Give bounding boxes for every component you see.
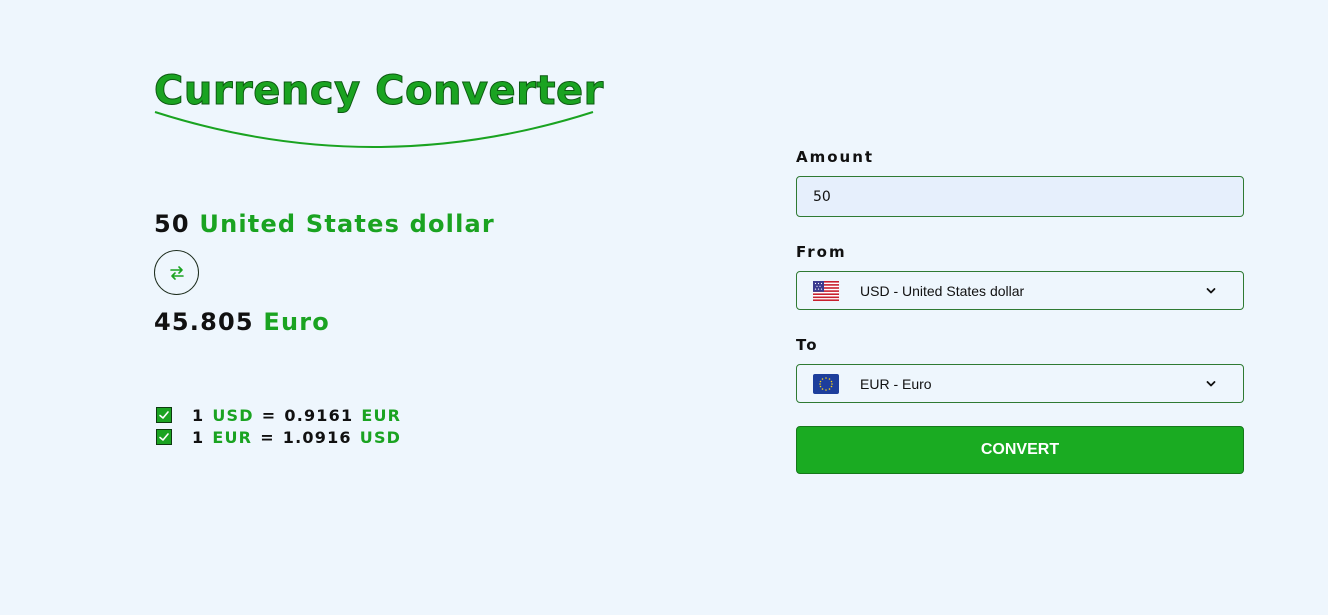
exchange-rates-list: 1 USD = 0.9161 EUR 1 EUR = 1.0916 USD <box>156 404 401 448</box>
rate-row-usd-eur: 1 USD = 0.9161 EUR <box>156 404 401 426</box>
rate-unit: 1 <box>192 405 205 425</box>
checkbox-check-icon <box>156 429 172 445</box>
title-underline-arc <box>154 111 594 148</box>
source-amount-value: 50 <box>154 210 190 238</box>
eu-flag-icon <box>813 373 839 394</box>
converter-form: Amount From USD - United States dollar <box>796 0 1244 615</box>
rate-equals: = <box>260 427 275 447</box>
us-flag-icon <box>813 280 839 301</box>
to-currency-value: EUR - Euro <box>860 375 932 392</box>
swap-currencies-button[interactable] <box>154 250 199 295</box>
checkbox-check-icon <box>156 407 172 423</box>
amount-input[interactable] <box>796 176 1244 217</box>
converted-amount-value: 45.805 <box>154 308 254 336</box>
chevron-down-icon <box>1205 378 1217 390</box>
converted-amount-line: 45.805 Euro <box>154 308 330 336</box>
rate-from-code: USD <box>212 405 254 425</box>
rate-unit: 1 <box>192 427 205 447</box>
swap-arrows-icon <box>169 265 184 280</box>
rate-to-code: USD <box>359 427 402 447</box>
rate-to-code: EUR <box>361 405 402 425</box>
rate-equals: = <box>261 405 277 425</box>
rate-from-code: EUR <box>212 427 253 447</box>
rate-value: 1.0916 <box>282 427 352 447</box>
from-currency-select[interactable]: USD - United States dollar <box>796 271 1244 310</box>
rate-value: 0.9161 <box>284 405 354 425</box>
convert-button[interactable]: CONVERT <box>796 426 1244 474</box>
to-label: To <box>796 336 819 354</box>
target-currency-name: Euro <box>263 308 330 336</box>
source-currency-name: United States dollar <box>199 210 495 238</box>
to-currency-select[interactable]: EUR - Euro <box>796 364 1244 403</box>
from-currency-value: USD - United States dollar <box>860 282 1025 299</box>
result-panel: Currency Converter 50 United States doll… <box>154 0 674 615</box>
amount-label: Amount <box>796 148 875 166</box>
chevron-down-icon <box>1205 285 1217 297</box>
source-amount-line: 50 United States dollar <box>154 210 495 238</box>
from-label: From <box>796 243 847 261</box>
title-block: Currency Converter <box>154 66 604 150</box>
rate-row-eur-usd: 1 EUR = 1.0916 USD <box>156 426 401 448</box>
